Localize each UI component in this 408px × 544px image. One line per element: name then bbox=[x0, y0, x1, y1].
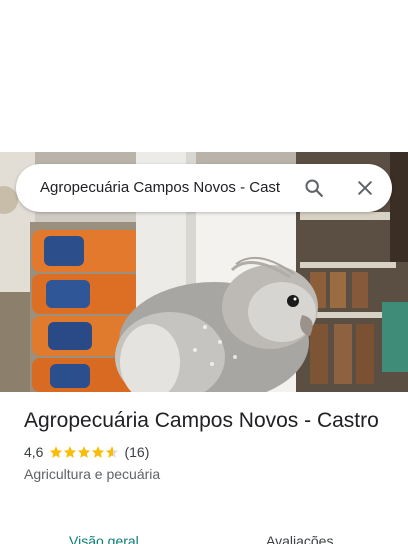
star-icon bbox=[78, 446, 91, 458]
rating-row[interactable]: 4,6 (16) bbox=[24, 442, 384, 462]
close-icon[interactable] bbox=[353, 176, 377, 200]
star-half-icon bbox=[106, 446, 119, 458]
star-rating bbox=[49, 445, 119, 459]
star-icon bbox=[92, 446, 105, 458]
map-area-blank[interactable] bbox=[0, 0, 408, 152]
place-info: Agropecuária Campos Novos - Castro 4,6 (… bbox=[24, 406, 384, 484]
star-icon bbox=[50, 446, 63, 458]
place-tabs: Visão geral Avaliações bbox=[0, 528, 408, 544]
place-title: Agropecuária Campos Novos - Castro bbox=[24, 409, 379, 432]
search-input[interactable]: Agropecuária Campos Novos - Cast bbox=[40, 164, 290, 212]
reviews-count: (16) bbox=[124, 444, 150, 460]
search-bar[interactable]: Agropecuária Campos Novos - Cast bbox=[16, 164, 392, 212]
tab-overview[interactable]: Visão geral bbox=[69, 532, 139, 544]
place-sheet: Agropecuária Campos Novos - Cast Agropec… bbox=[0, 0, 408, 544]
rating-value: 4,6 bbox=[24, 444, 44, 460]
search-icon[interactable] bbox=[302, 176, 326, 200]
star-icon bbox=[64, 446, 77, 458]
tab-reviews[interactable]: Avaliações bbox=[266, 532, 333, 544]
place-category[interactable]: Agricultura e pecuária bbox=[24, 464, 384, 484]
